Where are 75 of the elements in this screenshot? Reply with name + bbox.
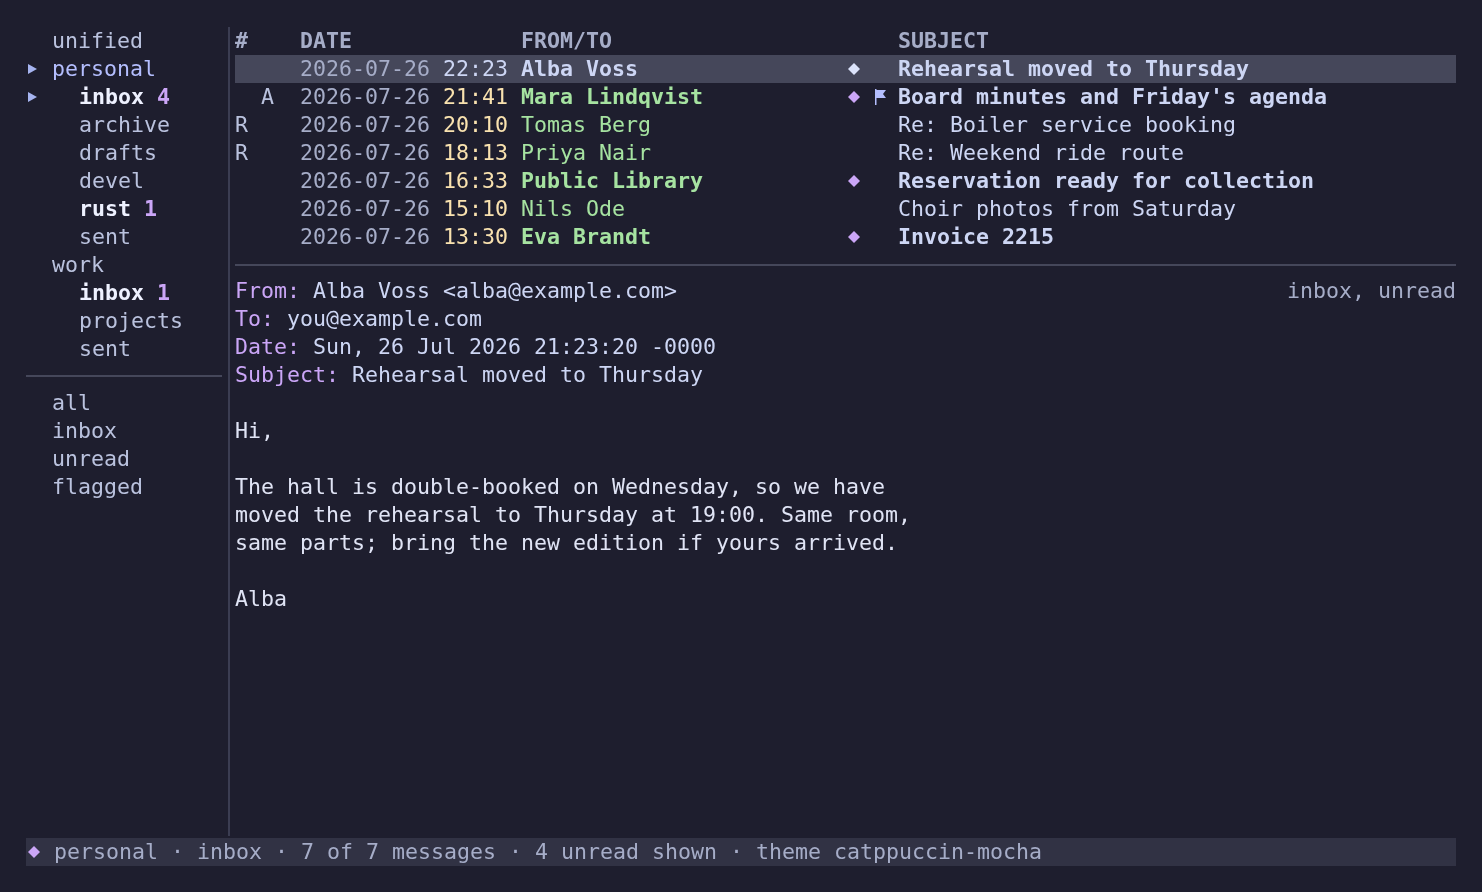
replied-mark: R — [235, 140, 248, 165]
message-sender: Public Library — [521, 167, 704, 195]
folder-item[interactable]: work — [52, 251, 104, 279]
replied-mark: R — [235, 112, 248, 137]
unread-count: 1 — [157, 279, 171, 307]
folder-item[interactable]: drafts — [79, 139, 157, 167]
header-label: Subject: — [235, 361, 339, 389]
message-subject: Board minutes and Friday's agenda — [898, 83, 1329, 111]
message-subject: Re: Boiler service booking — [898, 111, 1237, 139]
folder-item[interactable]: personal — [52, 55, 156, 83]
body-paragraph: The hall is double-booked on Wednesday, so we have moved the rehearsal to Thursday at 19:00. Same room, same parts; bring the new edition if yours arrived. — [235, 473, 913, 557]
header-label: To: — [235, 305, 274, 333]
view-item[interactable]: inbox — [52, 417, 117, 445]
message-date: 2026-07-26 — [300, 139, 430, 167]
diamond-icon — [28, 846, 40, 858]
message-sender: Nils Ode — [521, 195, 626, 223]
message-date: 2026-07-26 — [300, 55, 430, 83]
message-date: 2026-07-26 — [300, 167, 430, 195]
attachment-mark: A — [261, 84, 274, 109]
message-row[interactable]: 2026-07-26 15:10 Nils Ode Choir photos from Saturday — [235, 195, 1456, 223]
column-header: # — [235, 27, 249, 55]
message-date: 2026-07-26 — [300, 223, 430, 251]
header-value: Sun, 26 Jul 2026 21:23:20 -0000 — [313, 333, 717, 361]
message-time: 18:13 — [443, 139, 509, 167]
message-sender: Priya Nair — [521, 139, 652, 167]
header-value: you@example.com — [287, 305, 483, 333]
header-value: Alba Voss <alba@example.com> — [313, 277, 678, 305]
view-item[interactable]: unread — [52, 445, 130, 473]
body-paragraph: Hi, — [235, 417, 275, 445]
message-subject: Re: Weekend ride route — [898, 139, 1185, 167]
folder-item[interactable]: unified — [52, 27, 143, 55]
unread-count: 1 — [144, 195, 158, 223]
header-value: Rehearsal moved to Thursday — [352, 361, 704, 389]
message-sender: Mara Lindqvist — [521, 83, 704, 111]
message-time: 13:30 — [443, 223, 509, 251]
message-row[interactable]: R 2026-07-26 18:13 Priya Nair Re: Weekend ride route — [235, 139, 1456, 167]
header-label: Date: — [235, 333, 300, 361]
message-time: 21:41 — [443, 83, 509, 111]
header-label: From: — [235, 277, 300, 305]
message-time: 15:10 — [443, 195, 509, 223]
message-time: 16:33 — [443, 167, 509, 195]
folder-item[interactable]: inbox — [79, 83, 144, 111]
column-header: FROM/TO — [521, 27, 613, 55]
folder-item[interactable]: sent — [79, 223, 131, 251]
message-row[interactable]: A 2026-07-26 21:41 Mara Lindqvist Board minutes and Friday's agenda — [235, 83, 1456, 111]
folder-item[interactable]: inbox — [79, 279, 144, 307]
message-tags: inbox, unread — [1287, 277, 1456, 305]
folder-item[interactable]: sent — [79, 335, 131, 363]
message-row[interactable]: 2026-07-26 22:23 Alba Voss Rehearsal moved to Thursday — [235, 55, 1456, 83]
message-row[interactable]: 2026-07-26 13:30 Eva Brandt Invoice 2215 — [235, 223, 1456, 251]
message-subject: Choir photos from Saturday — [898, 195, 1237, 223]
body-paragraph: Alba — [235, 585, 288, 613]
message-row[interactable]: 2026-07-26 16:33 Public Library Reservation ready for collection — [235, 167, 1456, 195]
message-subject: Rehearsal moved to Thursday — [898, 55, 1250, 83]
folder-item[interactable]: archive — [79, 111, 170, 139]
message-sender: Eva Brandt — [521, 223, 652, 251]
unread-count: 4 — [157, 83, 171, 111]
status-text: personal · inbox · 7 of 7 messages · 4 unread shown · theme catppuccin-mocha — [54, 838, 1043, 866]
message-date: 2026-07-26 — [300, 111, 430, 139]
message-date: 2026-07-26 — [300, 195, 430, 223]
folder-item[interactable]: rust — [79, 195, 131, 223]
message-sender: Tomas Berg — [521, 111, 652, 139]
message-date: 2026-07-26 — [300, 83, 430, 111]
message-row[interactable]: R 2026-07-26 20:10 Tomas Berg Re: Boiler service booking — [235, 111, 1456, 139]
view-item[interactable]: all — [52, 389, 91, 417]
message-subject: Reservation ready for collection — [898, 167, 1316, 195]
column-header: DATE — [300, 27, 353, 55]
message-time: 20:10 — [443, 111, 509, 139]
message-subject: Invoice 2215 — [898, 223, 1055, 251]
folder-item[interactable]: devel — [79, 167, 144, 195]
message-sender: Alba Voss — [521, 55, 639, 83]
column-header: SUBJECT — [898, 27, 990, 55]
message-time: 22:23 — [443, 55, 509, 83]
folder-item[interactable]: projects — [79, 307, 183, 335]
view-item[interactable]: flagged — [52, 473, 143, 501]
